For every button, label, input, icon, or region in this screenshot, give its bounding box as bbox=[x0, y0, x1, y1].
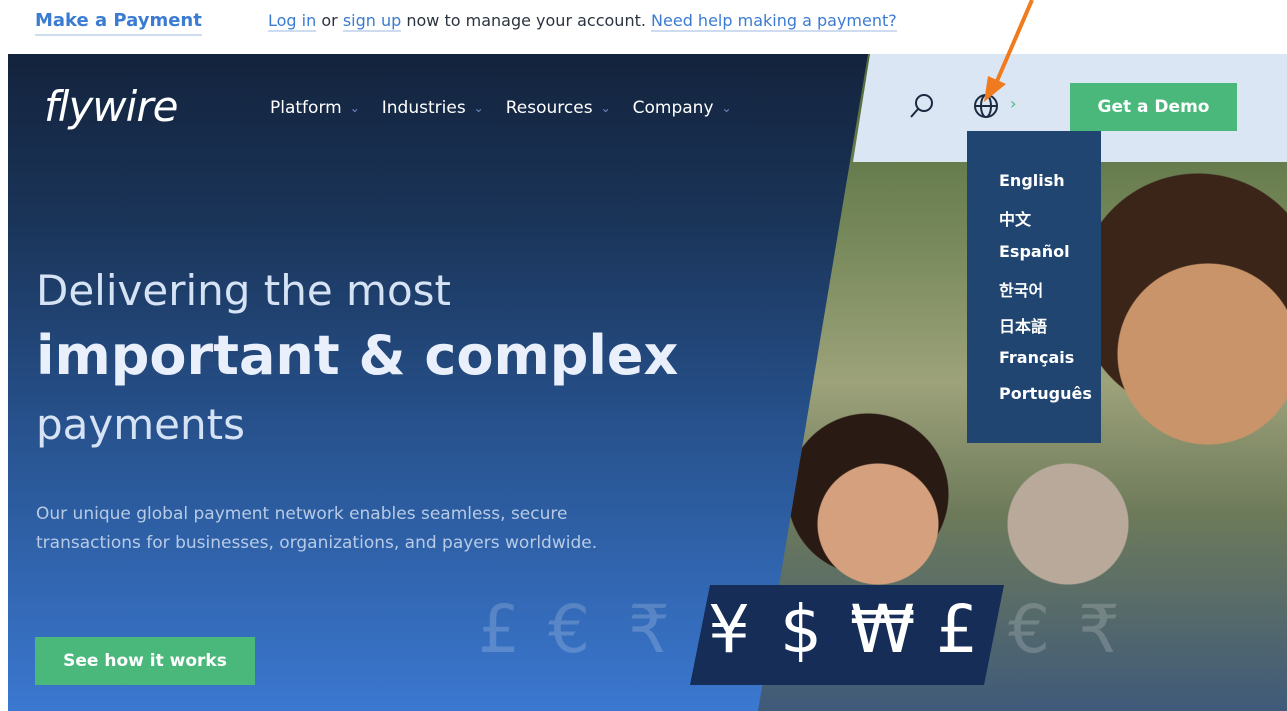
chevron-down-icon: ⌄ bbox=[600, 101, 611, 115]
main-nav: Platform ⌄ Industries ⌄ Resources ⌄ Comp… bbox=[270, 98, 754, 118]
currency-symbol: ₹ bbox=[628, 591, 670, 668]
signup-link[interactable]: sign up bbox=[342, 11, 402, 32]
lang-item-japanese[interactable]: 日本語 bbox=[999, 313, 1047, 337]
lang-item-english[interactable]: English bbox=[999, 171, 1065, 190]
top-utility-bar: Make a Payment Log in or sign up now to … bbox=[0, 0, 1287, 54]
currency-symbol: $ bbox=[780, 591, 822, 668]
nav-item-industries[interactable]: Industries ⌄ bbox=[382, 98, 484, 118]
currency-symbol: £ bbox=[478, 591, 520, 668]
chevron-down-icon: ⌄ bbox=[349, 101, 360, 115]
currency-symbol: ₩ bbox=[850, 591, 916, 668]
chevron-down-icon: ⌄ bbox=[721, 101, 732, 115]
nav-label: Resources bbox=[505, 98, 593, 118]
flywire-logo[interactable]: flywire bbox=[44, 82, 178, 131]
nav-label: Industries bbox=[381, 98, 466, 118]
currency-symbol: € bbox=[548, 591, 590, 668]
get-demo-button[interactable]: Get a Demo bbox=[1070, 83, 1237, 131]
see-how-it-works-button[interactable]: See how it works bbox=[35, 637, 255, 685]
currency-symbol: ¥ bbox=[708, 591, 750, 668]
lang-item-portuguese[interactable]: Português bbox=[999, 384, 1092, 403]
make-payment-link[interactable]: Make a Payment bbox=[35, 10, 202, 36]
lang-item-spanish[interactable]: Español bbox=[999, 242, 1070, 261]
nav-item-resources[interactable]: Resources ⌄ bbox=[506, 98, 611, 118]
annotation-arrow-icon bbox=[984, 0, 1034, 102]
lang-item-korean[interactable]: 한국어 bbox=[999, 277, 1043, 301]
hero-heading-line2: important & complex bbox=[36, 324, 679, 387]
currency-symbol: £ bbox=[936, 591, 978, 668]
or-text: or bbox=[321, 11, 338, 30]
lang-item-french[interactable]: Français bbox=[999, 348, 1074, 367]
currency-symbol: € bbox=[1008, 591, 1050, 668]
login-link[interactable]: Log in bbox=[268, 11, 317, 32]
lang-item-chinese[interactable]: 中文 bbox=[999, 206, 1031, 230]
payment-help-link[interactable]: Need help making a payment? bbox=[651, 11, 897, 32]
language-menu: English 中文 Español 한국어 日本語 Français Port… bbox=[967, 131, 1101, 443]
nav-label: Platform bbox=[270, 98, 342, 118]
currency-symbol: ₹ bbox=[1078, 591, 1120, 668]
nav-label: Company bbox=[632, 98, 714, 118]
hero-section: flywire Platform ⌄ Industries ⌄ Resource… bbox=[8, 54, 1287, 711]
search-icon[interactable] bbox=[908, 92, 936, 120]
manage-account-text: now to manage your account. bbox=[406, 11, 646, 30]
hero-heading-line1: Delivering the most bbox=[36, 266, 452, 315]
nav-item-platform[interactable]: Platform ⌄ bbox=[270, 98, 360, 118]
hero-heading-line3: payments bbox=[36, 400, 245, 449]
hero-description: Our unique global payment network enable… bbox=[36, 504, 598, 553]
nav-item-company[interactable]: Company ⌄ bbox=[633, 98, 732, 118]
chevron-down-icon: ⌄ bbox=[473, 101, 484, 115]
account-message: Log in or sign up now to manage your acc… bbox=[268, 11, 897, 32]
